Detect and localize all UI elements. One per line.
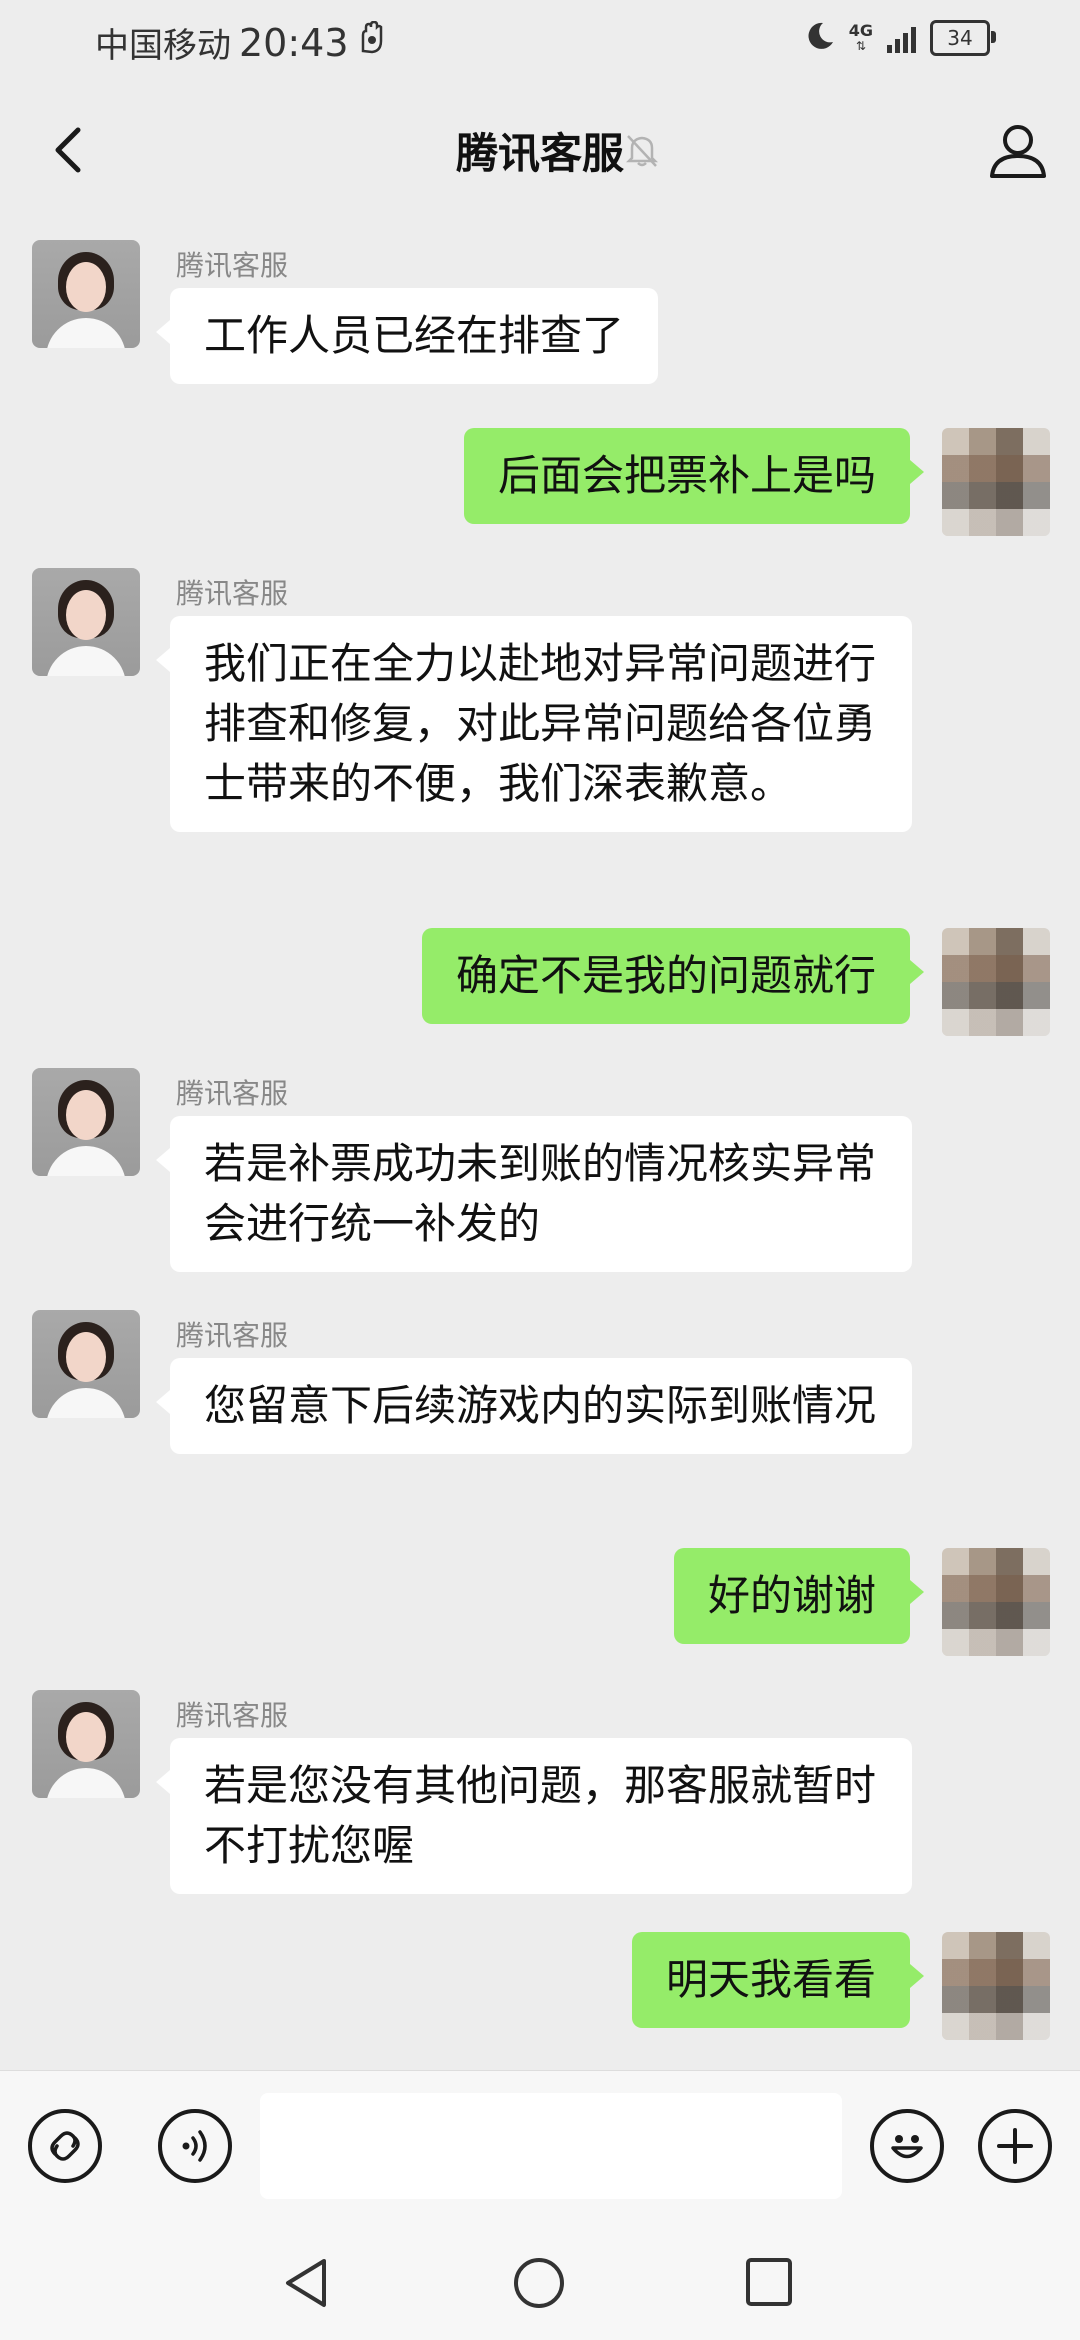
input-bar [0,2070,1080,2221]
sender-name: 腾讯客服 [176,1077,289,1110]
agent-avatar[interactable] [32,568,140,676]
message-bubble[interactable]: 若是补票成功未到账的情况核实异常会进行统一补发的 [156,1116,912,1272]
message-list[interactable]: 腾讯客服 工作人员已经在排查了 后面会把票补上是吗 腾讯客服 我们正在全力以赴地… [0,210,1080,2070]
hand-notification-icon [357,20,387,64]
chat-title: 腾讯客服 [455,129,624,178]
plus-button[interactable] [978,2109,1052,2183]
person-icon [990,125,1046,178]
chat-header: 腾讯客服 [0,90,1080,210]
home-circle-icon [514,2258,564,2308]
message-input[interactable] [260,2093,842,2199]
message-bubble[interactable]: 您留意下后续游戏内的实际到账情况 [156,1358,912,1454]
network-indicator: 4G ⇅ [848,21,873,54]
status-right: 4G ⇅ 34 [805,20,996,56]
message-bubble[interactable]: 工作人员已经在排查了 [155,288,659,384]
clock: 20:43 [239,20,349,65]
message-bubble[interactable]: 我们正在全力以赴地对异常问题进行排查和修复，对此异常问题给各位勇士带来的不便，我… [156,616,912,832]
my-avatar[interactable] [942,1548,1050,1656]
mini-program-button[interactable] [28,2109,102,2183]
carrier-label: 中国移动 [95,26,231,66]
message-bubble[interactable]: 好的谢谢 [673,1548,925,1644]
signal-icon [887,23,916,53]
battery-icon: 34 [930,20,996,56]
network-label: 4G [848,21,873,40]
voice-icon [182,2130,207,2162]
nav-recents-button[interactable] [744,2256,794,2312]
recents-square-icon [746,2258,792,2306]
moon-icon [805,20,835,56]
status-bar: 中国移动 20:43 4G ⇅ 34 [0,0,1080,90]
agent-avatar[interactable] [32,1690,140,1798]
muted-bell-icon [622,130,662,174]
battery-level: 34 [947,26,973,50]
message-bubble[interactable]: 确定不是我的问题就行 [421,928,925,1024]
nav-home-button[interactable] [512,2256,566,2314]
data-arrows-icon: ⇅ [855,39,866,53]
system-nav-bar [0,2220,1080,2340]
sender-name: 腾讯客服 [176,249,289,282]
status-left: 中国移动 20:43 [95,18,387,67]
plus-icon [997,2128,1033,2164]
agent-avatar[interactable] [32,1310,140,1418]
emoji-icon [891,2135,923,2159]
message-bubble[interactable]: 若是您没有其他问题，那客服就暂时不打扰您喔 [156,1738,912,1894]
my-avatar[interactable] [942,428,1050,536]
sender-name: 腾讯客服 [176,577,289,610]
mini-program-icon [50,2131,80,2161]
my-avatar[interactable] [942,1932,1050,2040]
message-bubble[interactable]: 明天我看看 [631,1932,925,2028]
back-triangle-icon [286,2259,326,2307]
sender-name: 腾讯客服 [176,1319,289,1352]
message-bubble[interactable]: 后面会把票补上是吗 [463,428,925,524]
nav-back-button[interactable] [282,2256,332,2314]
my-avatar[interactable] [942,928,1050,1036]
agent-avatar[interactable] [32,240,140,348]
agent-avatar[interactable] [32,1068,140,1176]
profile-button[interactable] [986,118,1050,186]
voice-button[interactable] [158,2109,232,2183]
sender-name: 腾讯客服 [176,1699,289,1732]
emoji-button[interactable] [870,2109,944,2183]
